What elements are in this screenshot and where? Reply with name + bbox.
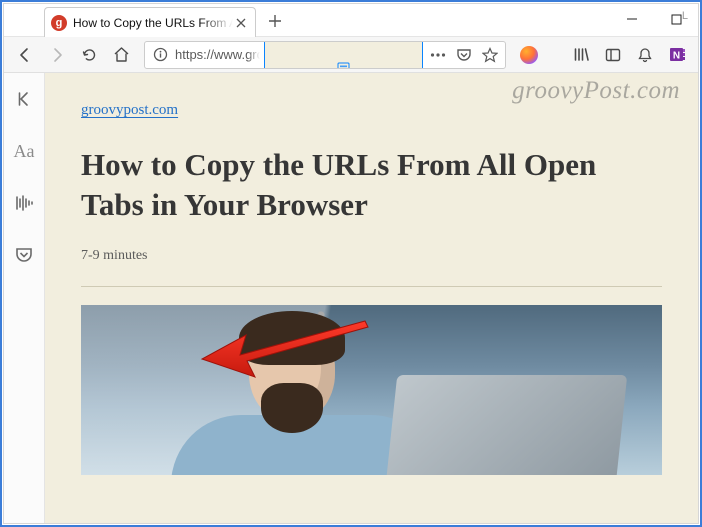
content-divider xyxy=(81,286,662,287)
home-button[interactable] xyxy=(106,40,136,70)
window-maximize-button[interactable] xyxy=(654,4,698,34)
notification-bell-icon[interactable] xyxy=(630,40,660,70)
reader-sidebar: Aa xyxy=(4,73,45,523)
browser-tab[interactable]: g How to Copy the URLs From All Open Tab… xyxy=(44,7,256,37)
reader-view-icon[interactable] xyxy=(264,41,423,69)
window-minimize-button[interactable] xyxy=(610,4,654,34)
forward-button[interactable] xyxy=(42,40,72,70)
type-controls-button[interactable]: Aa xyxy=(8,135,40,167)
library-icon[interactable] xyxy=(566,40,596,70)
tab-strip: g How to Copy the URLs From All Open Tab… xyxy=(4,4,698,37)
save-pocket-icon[interactable] xyxy=(8,239,40,271)
sidebars-icon[interactable] xyxy=(598,40,628,70)
page-actions-icon[interactable] xyxy=(427,44,449,66)
reload-button[interactable] xyxy=(74,40,104,70)
favicon-icon: g xyxy=(51,15,67,31)
narrate-icon[interactable] xyxy=(8,187,40,219)
watermark-text: groovyPost.com xyxy=(512,77,680,105)
url-bar[interactable]: https://www.groovypost.com xyxy=(144,41,506,69)
back-button[interactable] xyxy=(10,40,40,70)
close-reader-icon[interactable] xyxy=(8,83,40,115)
hero-image xyxy=(81,305,662,475)
read-time: 7-9 minutes xyxy=(81,248,662,264)
nav-toolbar: https://www.groovypost.com xyxy=(4,37,698,73)
window-corner-text: L xyxy=(682,10,688,22)
site-info-icon[interactable] xyxy=(149,44,171,66)
article-title: How to Copy the URLs From All Open Tabs … xyxy=(81,145,662,224)
url-text: https://www.groovypost.com xyxy=(175,47,260,62)
pocket-icon[interactable] xyxy=(453,44,475,66)
firefox-logo-icon[interactable] xyxy=(514,40,544,70)
tab-title: How to Copy the URLs From All Open Tabs … xyxy=(73,16,233,30)
svg-text:N: N xyxy=(672,51,679,62)
reader-view-content: groovyPost.com groovypost.com How to Cop… xyxy=(45,73,698,523)
article-domain-link[interactable]: groovypost.com xyxy=(81,102,178,118)
new-tab-button[interactable] xyxy=(260,6,290,36)
bookmark-star-icon[interactable] xyxy=(479,44,501,66)
onenote-extension-icon[interactable]: N xyxy=(662,40,692,70)
close-tab-icon[interactable] xyxy=(233,15,249,31)
